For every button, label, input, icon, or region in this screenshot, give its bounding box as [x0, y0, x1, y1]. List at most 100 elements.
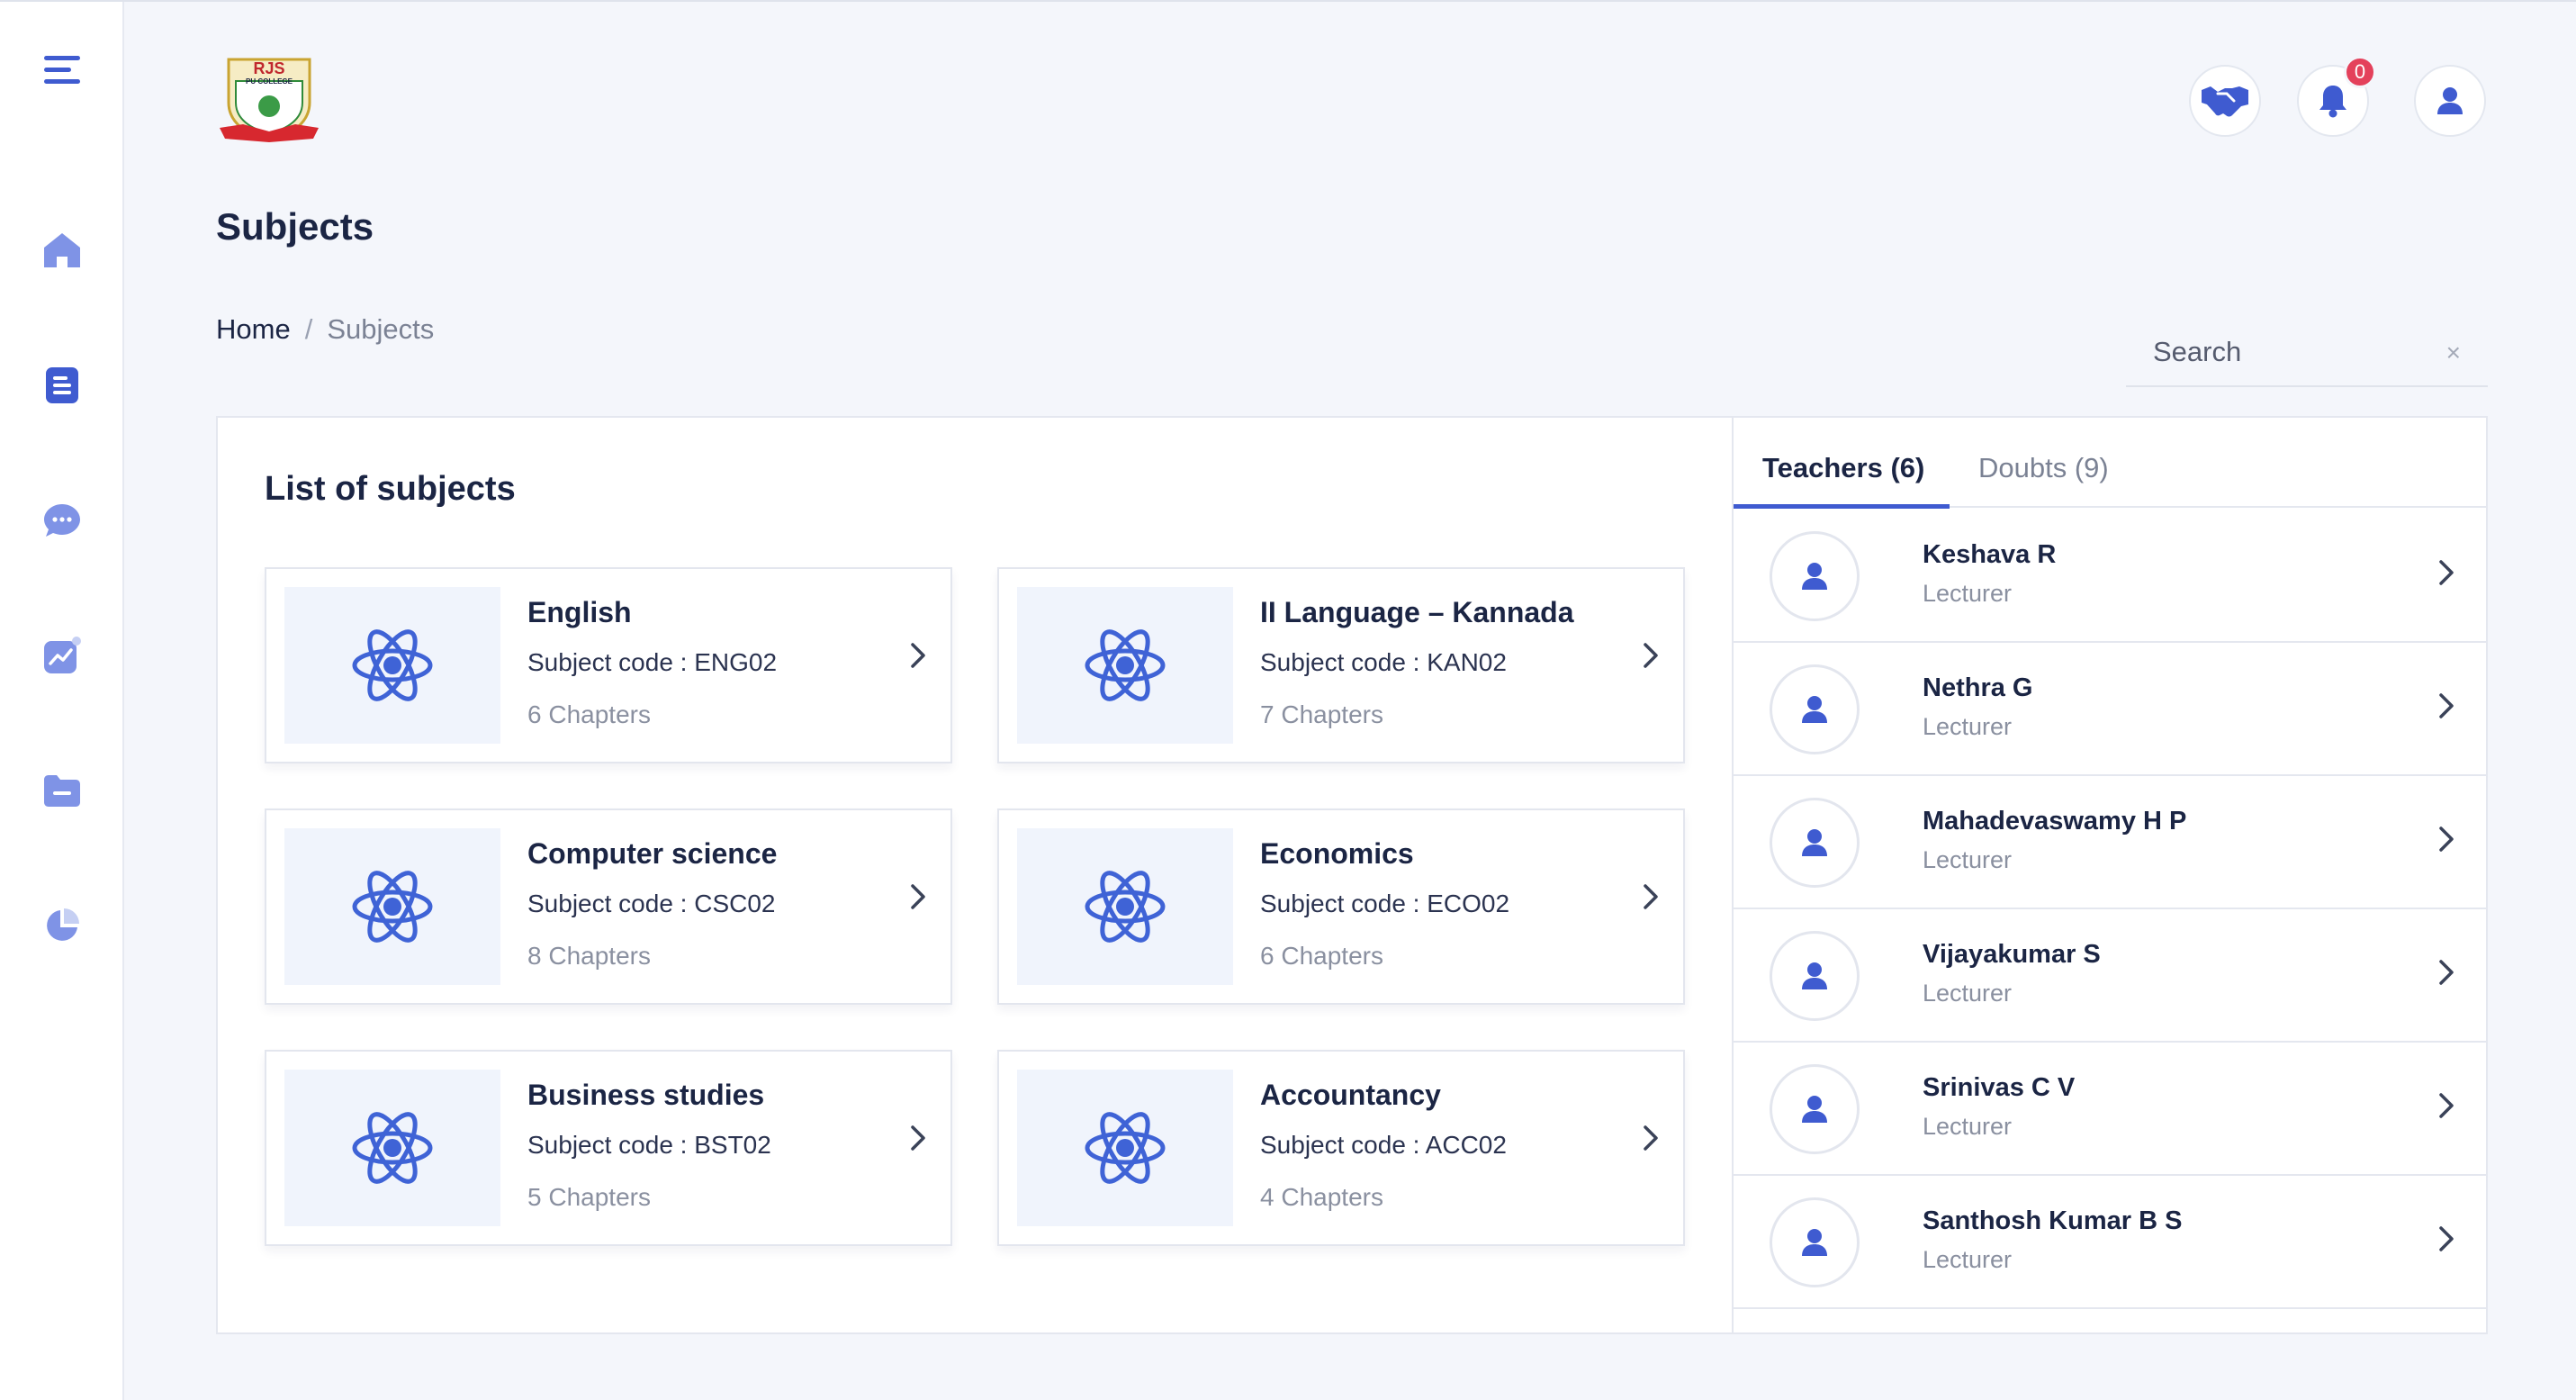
teacher-name: Santhosh Kumar B S: [1923, 1206, 2183, 1235]
chevron-right-icon: [1644, 1125, 1658, 1151]
page-title: Subjects: [216, 205, 374, 248]
atom-icon: [352, 871, 433, 943]
subject-code: Subject code : ENG02: [527, 648, 778, 676]
handshake-icon: [2202, 86, 2248, 117]
subject-card[interactable]: Business studies Subject code : BST02 5 …: [265, 1050, 952, 1246]
user-icon: [1802, 962, 1827, 989]
avatar: [1770, 931, 1860, 1021]
search-box: ×: [2126, 319, 2488, 387]
sidebar-item-reports[interactable]: [0, 890, 124, 962]
subject-name: II Language – Kannada: [1260, 596, 1574, 628]
analytics-icon: [44, 637, 81, 673]
subject-thumbnail: [284, 587, 500, 744]
subject-thumbnail: [1017, 1070, 1233, 1226]
folder-icon: [44, 775, 80, 807]
subject-thumbnail: [284, 1070, 500, 1226]
teachers-panel: Teachers (6) Doubts (9) Keshava R Lectur…: [1732, 418, 2486, 1332]
logo-text: RJS: [253, 59, 285, 77]
subject-name: English: [527, 596, 632, 628]
subject-name: Accountancy: [1260, 1079, 1441, 1111]
teacher-role: Lecturer: [1923, 713, 2013, 740]
avatar: [1770, 1064, 1860, 1154]
subject-thumbnail: [1017, 587, 1233, 744]
atom-icon: [352, 629, 433, 701]
user-icon: [1802, 563, 1827, 590]
subject-code: Subject code : KAN02: [1260, 648, 1507, 676]
sidebar-item-analytics[interactable]: [0, 619, 124, 691]
subject-card[interactable]: English Subject code : ENG02 6 Chapters: [265, 567, 952, 763]
bell-icon: [2319, 86, 2346, 118]
teacher-name: Nethra G: [1923, 673, 2033, 702]
sidebar: [0, 2, 124, 1400]
user-icon: [1802, 829, 1827, 856]
teacher-row[interactable]: Srinivas C V Lecturer: [1734, 1043, 2486, 1176]
subject-chapters: 6 Chapters: [527, 700, 651, 728]
chevron-right-icon: [2439, 1093, 2454, 1118]
subject-name: Economics: [1260, 837, 1414, 870]
college-logo: RJS PU COLLEGE: [216, 54, 322, 148]
breadcrumb: Home / Subjects: [216, 313, 434, 346]
teacher-name: Mahadevaswamy H P: [1923, 807, 2187, 835]
home-icon: [44, 233, 80, 267]
chevron-right-icon: [2439, 826, 2454, 852]
subject-code: Subject code : ACC02: [1260, 1131, 1507, 1159]
chevron-right-icon: [2439, 1226, 2454, 1251]
atom-icon: [1085, 871, 1166, 943]
teacher-name: Vijayakumar S: [1923, 940, 2101, 969]
breadcrumb-separator: /: [304, 313, 313, 345]
subject-thumbnail: [284, 828, 500, 985]
notification-badge: 0: [2344, 56, 2376, 88]
sidebar-item-home[interactable]: [0, 214, 124, 286]
subject-card[interactable]: Computer science Subject code : CSC02 8 …: [265, 808, 952, 1005]
subject-card[interactable]: Accountancy Subject code : ACC02 4 Chapt…: [997, 1050, 1685, 1246]
subject-code: Subject code : CSC02: [527, 890, 776, 917]
subject-chapters: 8 Chapters: [527, 942, 651, 970]
chevron-right-icon: [2439, 693, 2454, 718]
profile-button[interactable]: [2414, 65, 2486, 137]
avatar: [1770, 664, 1860, 754]
subject-name: Business studies: [527, 1079, 765, 1111]
menu-icon: [44, 56, 80, 84]
user-icon: [2437, 87, 2463, 114]
pie-chart-icon: [47, 908, 79, 941]
chat-icon: [44, 504, 80, 537]
user-icon: [1802, 696, 1827, 723]
atom-icon: [352, 1112, 433, 1184]
teacher-row[interactable]: Santhosh Kumar B S Lecturer: [1734, 1176, 2486, 1309]
subject-chapters: 4 Chapters: [1260, 1183, 1383, 1211]
teacher-role: Lecturer: [1923, 580, 2013, 607]
teacher-role: Lecturer: [1923, 846, 2013, 873]
user-icon: [1802, 1096, 1827, 1123]
search-input[interactable]: [2153, 336, 2423, 368]
chevron-right-icon: [911, 643, 925, 668]
tab-teachers[interactable]: Teachers (6): [1762, 452, 1924, 484]
subject-chapters: 5 Chapters: [527, 1183, 651, 1211]
teacher-row[interactable]: Mahadevaswamy H P Lecturer: [1734, 776, 2486, 909]
sidebar-item-subjects[interactable]: [0, 349, 124, 421]
subject-card[interactable]: Economics Subject code : ECO02 6 Chapter…: [997, 808, 1685, 1005]
logo-subtext: PU COLLEGE: [245, 77, 293, 86]
atom-icon: [1085, 1112, 1166, 1184]
subject-thumbnail: [1017, 828, 1233, 985]
breadcrumb-home[interactable]: Home: [216, 313, 291, 346]
handshake-button[interactable]: [2189, 65, 2261, 137]
avatar: [1770, 531, 1860, 621]
active-tab-indicator: [1734, 504, 1950, 509]
breadcrumb-current: Subjects: [327, 313, 435, 345]
subject-card[interactable]: II Language – Kannada Subject code : KAN…: [997, 567, 1685, 763]
user-icon: [1802, 1229, 1827, 1256]
search-clear-icon[interactable]: ×: [2446, 340, 2461, 366]
tab-doubts[interactable]: Doubts (9): [1978, 452, 2109, 484]
sidebar-item-chat[interactable]: [0, 484, 124, 556]
subject-code: Subject code : ECO02: [1260, 890, 1510, 917]
teacher-row[interactable]: Keshava R Lecturer: [1734, 510, 2486, 643]
teacher-role: Lecturer: [1923, 1246, 2013, 1273]
teacher-row[interactable]: Vijayakumar S Lecturer: [1734, 909, 2486, 1043]
sidebar-item-folder[interactable]: [0, 754, 124, 826]
avatar: [1770, 798, 1860, 888]
menu-button[interactable]: [0, 34, 124, 106]
subjects-section: List of subjects English Subject code : …: [218, 418, 1732, 1332]
teacher-role: Lecturer: [1923, 980, 2013, 1007]
teacher-row[interactable]: Nethra G Lecturer: [1734, 643, 2486, 776]
notifications-button[interactable]: 0: [2297, 56, 2376, 137]
